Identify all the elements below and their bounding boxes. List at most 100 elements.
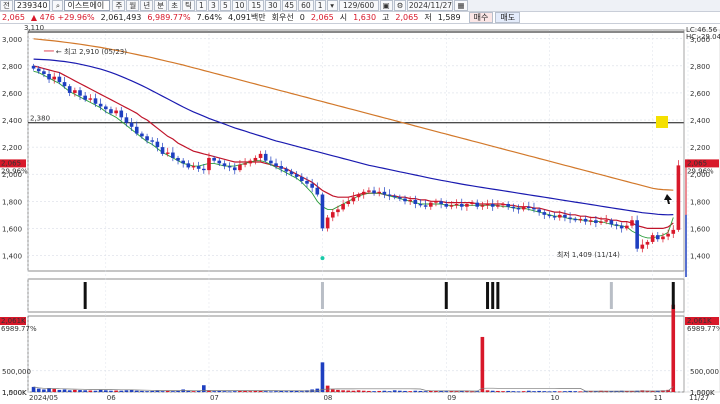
volume-bar	[573, 391, 578, 392]
dropdown-icon[interactable]: ▾	[326, 0, 338, 11]
volume-bar	[408, 391, 412, 392]
candle-body	[635, 220, 639, 249]
candle-body	[258, 153, 263, 158]
volume-bar	[382, 390, 387, 392]
moving-averages	[33, 38, 674, 239]
volume-panel-frame	[27, 315, 685, 393]
hc-label: HC:-29.04	[686, 33, 720, 41]
volume-bar	[361, 390, 366, 392]
tf-minute-button[interactable]: 분	[154, 0, 168, 11]
candle-body	[134, 126, 139, 134]
price-tick-label-right: 1,800	[690, 198, 710, 206]
low-label: 저	[424, 13, 432, 22]
volume-bar	[217, 390, 222, 392]
lock-icon[interactable]: ▣	[379, 0, 393, 11]
price-tick-label: 1,400	[2, 252, 22, 260]
volume-bar	[465, 391, 469, 392]
tf-month-button[interactable]: 월	[126, 0, 140, 11]
candle-body	[83, 95, 87, 100]
signal-bar	[83, 282, 87, 309]
interval-3-button[interactable]: 3	[207, 0, 219, 11]
search-icon[interactable]: ⌕	[52, 0, 64, 11]
interval-5-button[interactable]: 5	[219, 0, 231, 11]
tf-tick-button[interactable]: 틱	[181, 0, 195, 11]
volume-bar	[52, 389, 57, 392]
chart-grid: 2,380	[27, 29, 689, 393]
candle-body	[263, 153, 268, 161]
candle-body	[36, 68, 41, 72]
date-field[interactable]: 2024/11/27	[407, 0, 454, 11]
right-value-panel: LC:46.56HC:-29.042,06529.96%2,061K6989.7…	[0, 26, 720, 393]
interval-10-button[interactable]: 10	[231, 0, 248, 11]
sell-button[interactable]: 매도	[495, 12, 521, 23]
candle-body	[398, 197, 402, 199]
volume-bar	[274, 391, 278, 392]
candle-body	[171, 152, 175, 158]
ma-longest-line	[33, 38, 674, 191]
candle-body	[403, 198, 407, 202]
price-tick-label-right: 1,400	[690, 252, 710, 260]
price-tick-label: 1,600	[2, 225, 22, 233]
ma-long-line	[33, 58, 674, 216]
volume-bar	[222, 391, 227, 392]
tf-second-button[interactable]: 초	[168, 0, 181, 11]
candle-body	[423, 205, 428, 207]
candle-body	[351, 197, 356, 202]
tf-week-button[interactable]: 주	[112, 0, 126, 11]
candle-body	[176, 157, 180, 161]
volume-bar	[537, 390, 541, 392]
price-change-pct: +29.96%	[57, 13, 95, 22]
candle-body	[382, 191, 387, 195]
volume-bar	[428, 390, 433, 392]
volume-bar	[36, 388, 41, 392]
step-1-button[interactable]: 1	[314, 0, 326, 11]
volume-bar	[124, 390, 129, 392]
candle-body	[57, 76, 62, 83]
interval-45-button[interactable]: 45	[281, 0, 298, 11]
candle-body	[124, 117, 129, 123]
candle-body	[274, 163, 278, 167]
tf-year-button[interactable]: 년	[140, 0, 154, 11]
alert-marker[interactable]	[656, 116, 668, 128]
candle-body	[52, 76, 57, 80]
volume-bar	[103, 390, 108, 392]
volume-bar	[671, 304, 676, 392]
time-tick-label: 11	[654, 394, 663, 402]
candle-body	[413, 199, 418, 204]
stock-name-field[interactable]: 이스트에이	[64, 0, 111, 11]
volume-bar	[212, 391, 216, 392]
candle-body	[676, 165, 681, 230]
left-vol-tag: 2,061K	[1, 317, 26, 325]
open-label: 시	[339, 13, 348, 22]
candle-body	[367, 190, 371, 192]
volume-bar	[578, 391, 583, 393]
volume-bar	[73, 389, 77, 392]
candle-body	[78, 90, 82, 96]
candle-body	[599, 221, 603, 223]
interval-1-button[interactable]: 1	[195, 0, 207, 11]
volume-bar	[165, 390, 170, 392]
calendar-icon[interactable]: ▦	[454, 0, 468, 11]
interval-15-button[interactable]: 15	[248, 0, 264, 11]
volume-bar	[320, 362, 325, 392]
candle-body	[47, 73, 51, 80]
candle-body	[547, 214, 552, 217]
code-prefix-button[interactable]: 전	[0, 0, 13, 11]
candle-body	[310, 183, 314, 188]
volume-bar	[155, 390, 160, 392]
interval-30-button[interactable]: 30	[264, 0, 281, 11]
price-tick-label-right: 2,400	[690, 117, 710, 125]
candle-body	[552, 216, 557, 218]
buy-button[interactable]: 매수	[468, 12, 494, 23]
candle-body	[129, 122, 134, 127]
price-chart[interactable]: 2,380 3,000 3,0002,800 2,8002,600 2,6002,40…	[0, 24, 720, 404]
volume-bar	[248, 391, 253, 392]
volume-bar	[269, 391, 273, 393]
volume-value: 2,061,493	[100, 13, 142, 22]
candle-body	[625, 225, 629, 229]
interval-60-button[interactable]: 60	[298, 0, 314, 11]
price-axis: 3,000 3,0002,800 2,8002,600 2,6002,400 2,400…	[2, 24, 710, 260]
volume-bar	[454, 391, 459, 392]
gear-icon[interactable]: ⚙	[393, 0, 407, 11]
stock-code-input[interactable]: 239340	[13, 0, 51, 11]
